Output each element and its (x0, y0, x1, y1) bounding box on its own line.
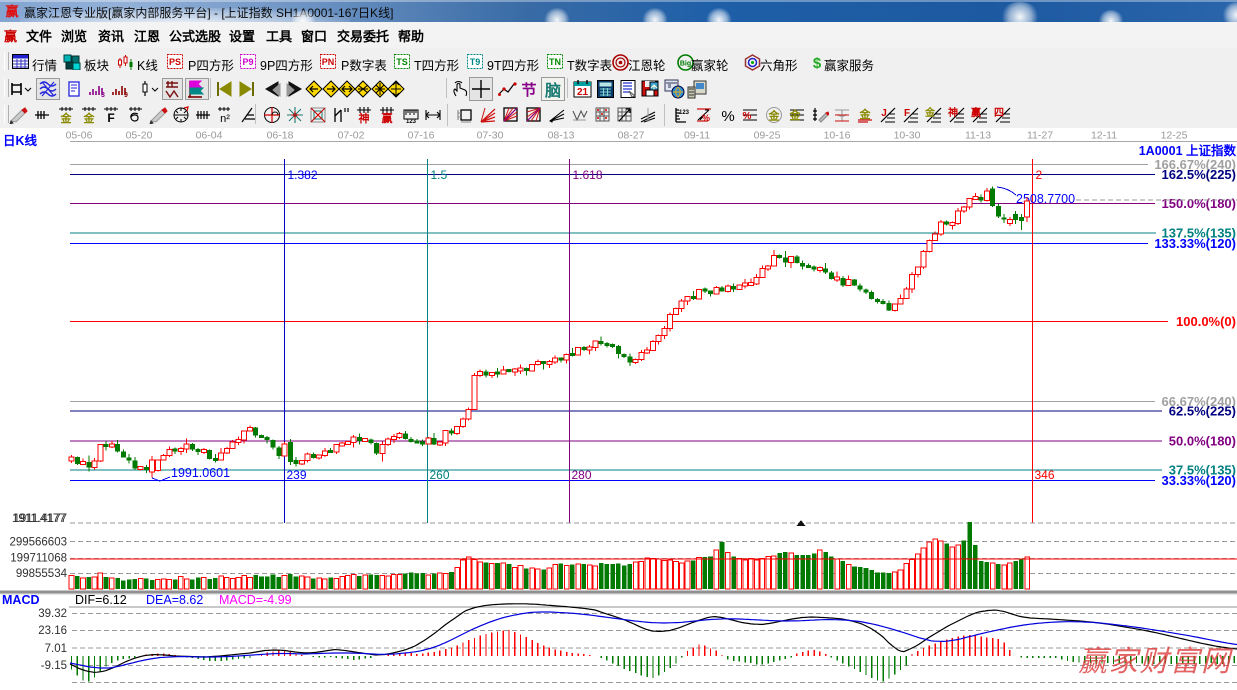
svg-text:赢: 赢 (5, 4, 18, 19)
svg-text:赢: 赢 (382, 111, 393, 124)
svg-text:J: J (881, 108, 887, 119)
svg-text:08-13: 08-13 (548, 130, 575, 142)
svg-text:06-04: 06-04 (196, 130, 223, 142)
svg-text:39.32: 39.32 (38, 608, 67, 620)
svg-text:-9.15: -9.15 (41, 660, 67, 672)
svg-text:346: 346 (1035, 468, 1055, 482)
svg-text:50.0%(180): 50.0%(180) (1169, 434, 1236, 449)
svg-text:100.0%(0): 100.0%(0) (1176, 314, 1236, 329)
svg-text:金: 金 (60, 111, 73, 124)
svg-text:2: 2 (1036, 168, 1043, 182)
svg-text:10-30: 10-30 (894, 130, 921, 142)
svg-text:299566603: 299566603 (9, 537, 67, 549)
svg-text:280: 280 (572, 468, 592, 482)
svg-text:11-27: 11-27 (1027, 130, 1053, 142)
svg-text:MACD: MACD (2, 593, 40, 607)
svg-text:T9: T9 (470, 57, 481, 67)
svg-text:赢: 赢 (971, 106, 981, 119)
svg-text:08-27: 08-27 (618, 130, 645, 142)
svg-text:F: F (107, 111, 114, 124)
svg-text:133.33%(120): 133.33%(120) (1154, 236, 1236, 251)
svg-text:09-11: 09-11 (684, 130, 710, 142)
svg-text:07-02: 07-02 (338, 130, 365, 142)
svg-text:239: 239 (287, 468, 307, 482)
svg-text:06-18: 06-18 (267, 130, 294, 142)
svg-text:TS: TS (396, 57, 408, 67)
svg-text:日K线: 日K线 (3, 133, 38, 148)
svg-text:162.5%(225): 162.5%(225) (1162, 167, 1236, 182)
svg-text:21: 21 (577, 87, 589, 98)
svg-text:金: 金 (925, 106, 936, 119)
svg-text:金: 金 (859, 107, 872, 121)
svg-text:1.5: 1.5 (431, 168, 448, 182)
svg-text:神: 神 (948, 106, 958, 119)
svg-text:05-06: 05-06 (66, 130, 93, 142)
svg-text:123: 123 (679, 110, 690, 116)
svg-text:MACD=-4.99: MACD=-4.99 (219, 593, 292, 607)
svg-text:Big: Big (680, 61, 691, 68)
svg-text:F: F (904, 108, 910, 119)
svg-text:1991.0601: 1991.0601 (171, 466, 230, 480)
svg-text:赢家财富网: 赢家财富网 (1078, 646, 1234, 678)
svg-text:金: 金 (768, 109, 781, 123)
svg-text:260: 260 (430, 468, 450, 482)
svg-text:3: 3 (101, 92, 105, 98)
svg-text:07-16: 07-16 (408, 130, 435, 142)
svg-text:11-13: 11-13 (965, 130, 991, 142)
svg-text:n²: n² (220, 113, 230, 124)
svg-text:金: 金 (83, 111, 96, 124)
svg-text:12-11: 12-11 (1091, 130, 1117, 142)
svg-text:05-20: 05-20 (126, 130, 153, 142)
svg-text:33.33%(120): 33.33%(120) (1162, 473, 1236, 488)
svg-text:12-25: 12-25 (1161, 130, 1188, 142)
svg-text:DIF=6.12: DIF=6.12 (75, 593, 127, 607)
svg-text:62.5%(225): 62.5%(225) (1169, 404, 1236, 419)
svg-text:199711068: 199711068 (10, 553, 67, 565)
svg-text:123: 123 (406, 119, 417, 124)
svg-text:1A0001 上证指数: 1A0001 上证指数 (1139, 143, 1237, 158)
svg-text:7.01: 7.01 (45, 643, 67, 655)
svg-text:1911.4177: 1911.4177 (13, 513, 67, 525)
svg-text:四: 四 (994, 107, 1004, 119)
svg-text:1.382: 1.382 (288, 168, 318, 182)
svg-text:150.0%(180): 150.0%(180) (1162, 196, 1236, 211)
svg-text:P9: P9 (242, 57, 253, 67)
svg-text:节: 节 (521, 81, 536, 98)
svg-text:10-16: 10-16 (824, 130, 851, 142)
svg-text:PN: PN (322, 57, 335, 67)
svg-text:9: 9 (124, 92, 128, 98)
svg-text:神: 神 (359, 111, 370, 124)
svg-text:$: $ (813, 55, 822, 71)
svg-text:%: % (743, 111, 752, 122)
svg-text:DEA=8.62: DEA=8.62 (146, 593, 203, 607)
svg-text:TN: TN (549, 57, 561, 67)
svg-text:99855534: 99855534 (16, 568, 68, 580)
svg-text:07-30: 07-30 (477, 130, 504, 142)
svg-text:脑: 脑 (545, 81, 561, 100)
svg-text:%: % (702, 113, 710, 123)
svg-text:PS: PS (169, 57, 181, 67)
svg-text:%: % (721, 108, 734, 124)
svg-text:1.618: 1.618 (573, 168, 603, 182)
svg-text:09-25: 09-25 (754, 130, 781, 142)
svg-text:23.16: 23.16 (38, 625, 67, 637)
svg-text:金: 金 (789, 108, 802, 122)
